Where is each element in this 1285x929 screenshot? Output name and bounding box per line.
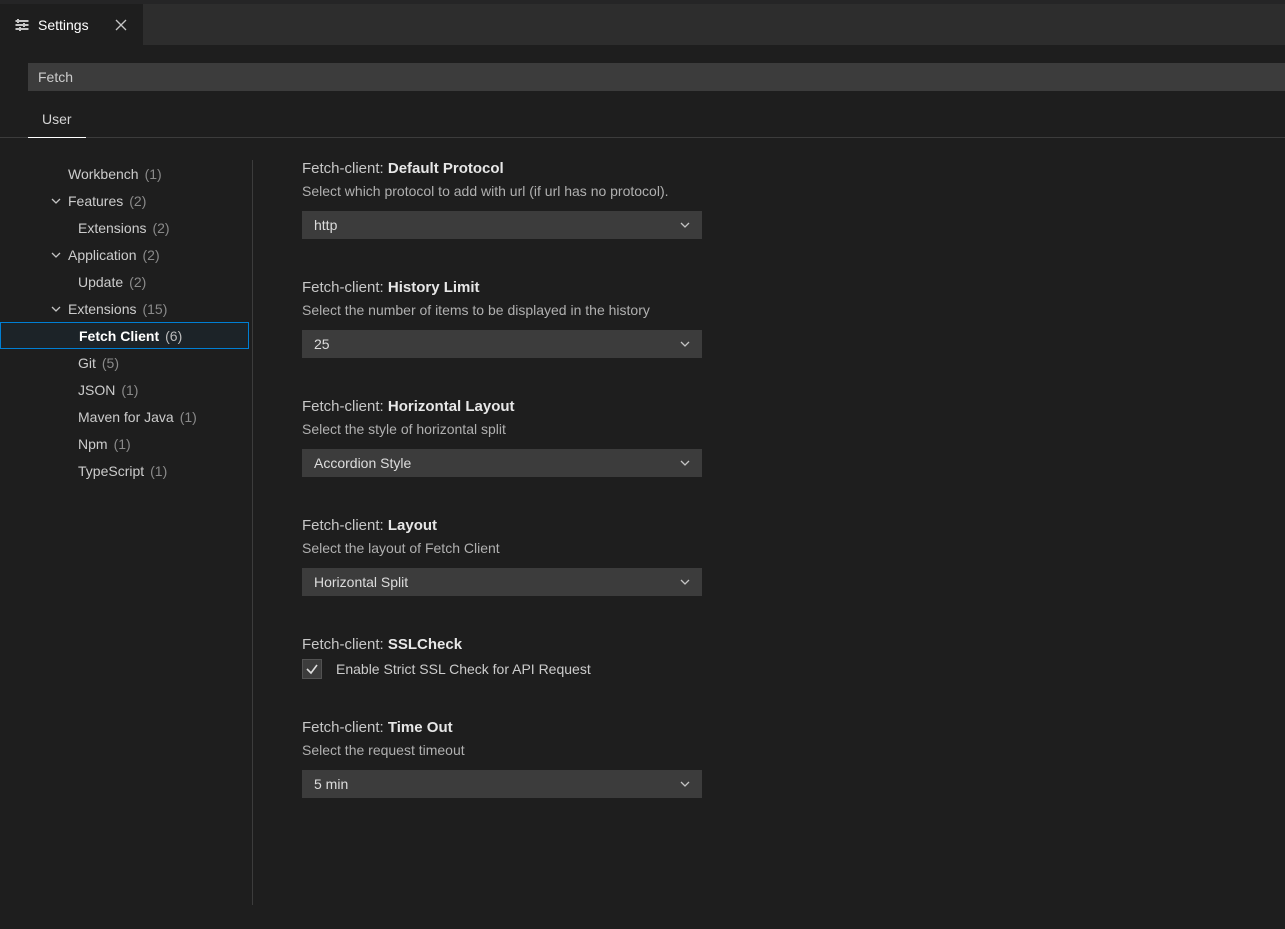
chevron-down-icon [678,218,692,232]
tree-git[interactable]: Git (5) [28,349,253,376]
chevron-down-icon [48,303,64,315]
setting-title-prefix: Fetch-client: [302,719,384,736]
tree-item-count: (1) [121,382,138,398]
tree-item-label: Maven for Java [78,409,174,425]
tree-fetch-client[interactable]: Fetch Client (6) [0,322,249,349]
select-value: 5 min [314,776,348,792]
setting-title: Fetch-client: Time Out [302,719,1062,736]
setting-description: Select the style of horizontal split [302,421,1062,437]
select-value: 25 [314,336,330,352]
select-value: http [314,217,337,233]
setting-layout: Fetch-client: Layout Select the layout o… [302,517,1062,596]
tree-item-count: (1) [180,409,197,425]
setting-history-limit: Fetch-client: History Limit Select the n… [302,279,1062,358]
settings-editor: User Workbench (1) Features (2) Extensio… [0,45,1285,929]
setting-title-name: Time Out [388,719,453,736]
setting-ssl-check: Fetch-client: SSLCheck Enable Strict SSL… [302,636,1062,679]
editor-tab-bar: Settings [0,4,1285,45]
settings-scope-row: User [0,91,1285,138]
settings-tab-icon [14,17,30,33]
setting-title-prefix: Fetch-client: [302,398,384,415]
tree-item-label: Extensions [68,301,136,317]
tree-item-label: Workbench [68,166,139,182]
tree-item-count: (2) [129,274,146,290]
tree-item-count: (5) [102,355,119,371]
setting-title-name: Layout [388,517,437,534]
tree-item-count: (15) [142,301,167,317]
chevron-down-icon [48,249,64,261]
horizontal-layout-select[interactable]: Accordion Style [302,449,702,477]
tree-item-count: (2) [143,247,160,263]
setting-title: Fetch-client: Default Protocol [302,160,1062,177]
setting-title-prefix: Fetch-client: [302,279,384,296]
setting-title: Fetch-client: SSLCheck [302,636,1062,653]
default-protocol-select[interactable]: http [302,211,702,239]
tree-maven[interactable]: Maven for Java (1) [28,403,253,430]
chevron-down-icon [678,337,692,351]
setting-title-prefix: Fetch-client: [302,517,384,534]
tree-item-label: Git [78,355,96,371]
setting-description: Select the layout of Fetch Client [302,540,1062,556]
select-value: Accordion Style [314,455,411,471]
setting-title: Fetch-client: Horizontal Layout [302,398,1062,415]
tree-item-label: TypeScript [78,463,144,479]
close-icon[interactable] [113,17,129,33]
tree-item-label: Extensions [78,220,146,236]
tree-item-label: JSON [78,382,115,398]
history-limit-select[interactable]: 25 [302,330,702,358]
setting-title-name: SSLCheck [388,636,462,653]
tree-json[interactable]: JSON (1) [28,376,253,403]
setting-title-name: Default Protocol [388,160,504,177]
setting-description: Select the number of items to be display… [302,302,1062,318]
setting-title: Fetch-client: History Limit [302,279,1062,296]
chevron-down-icon [48,195,64,207]
setting-description: Select the request timeout [302,742,1062,758]
tree-item-label: Update [78,274,123,290]
setting-horizontal-layout: Fetch-client: Horizontal Layout Select t… [302,398,1062,477]
settings-list: Fetch-client: Default Protocol Select wh… [254,160,1285,929]
setting-title-prefix: Fetch-client: [302,160,384,177]
tree-application-update[interactable]: Update (2) [28,268,253,295]
time-out-select[interactable]: 5 min [302,770,702,798]
tree-workbench[interactable]: Workbench (1) [28,160,253,187]
setting-title-name: History Limit [388,279,480,296]
setting-title: Fetch-client: Layout [302,517,1062,534]
tree-extensions[interactable]: Extensions (15) [28,295,253,322]
tree-application[interactable]: Application (2) [28,241,253,268]
setting-time-out: Fetch-client: Time Out Select the reques… [302,719,1062,798]
ssl-check-label: Enable Strict SSL Check for API Request [336,661,591,677]
tree-typescript[interactable]: TypeScript (1) [28,457,253,484]
tree-item-count: (1) [114,436,131,452]
tree-item-label: Features [68,193,123,209]
layout-select[interactable]: Horizontal Split [302,568,702,596]
setting-title-prefix: Fetch-client: [302,636,384,653]
scope-tab-user[interactable]: User [28,101,86,138]
tree-npm[interactable]: Npm (1) [28,430,253,457]
ssl-check-row: Enable Strict SSL Check for API Request [302,659,1062,679]
tree-item-count: (2) [129,193,146,209]
tree-item-count: (2) [152,220,169,236]
settings-body: Workbench (1) Features (2) Extensions (2… [0,138,1285,929]
ssl-check-checkbox[interactable] [302,659,322,679]
setting-title-name: Horizontal Layout [388,398,515,415]
select-value: Horizontal Split [314,574,408,590]
tree-item-count: (1) [150,463,167,479]
tree-item-count: (6) [165,328,182,344]
setting-description: Select which protocol to add with url (i… [302,183,1062,199]
tree-features[interactable]: Features (2) [28,187,253,214]
settings-search-input[interactable] [28,63,1285,91]
tree-item-label: Npm [78,436,108,452]
chevron-down-icon [678,777,692,791]
tree-item-label: Application [68,247,137,263]
tab-label: Settings [38,17,89,33]
tree-features-extensions[interactable]: Extensions (2) [28,214,253,241]
tree-item-count: (1) [145,166,162,182]
tab-settings[interactable]: Settings [0,4,143,45]
setting-default-protocol: Fetch-client: Default Protocol Select wh… [302,160,1062,239]
chevron-down-icon [678,456,692,470]
search-row [0,63,1285,91]
chevron-down-icon [678,575,692,589]
settings-tree: Workbench (1) Features (2) Extensions (2… [0,160,254,929]
tree-item-label: Fetch Client [79,328,159,344]
